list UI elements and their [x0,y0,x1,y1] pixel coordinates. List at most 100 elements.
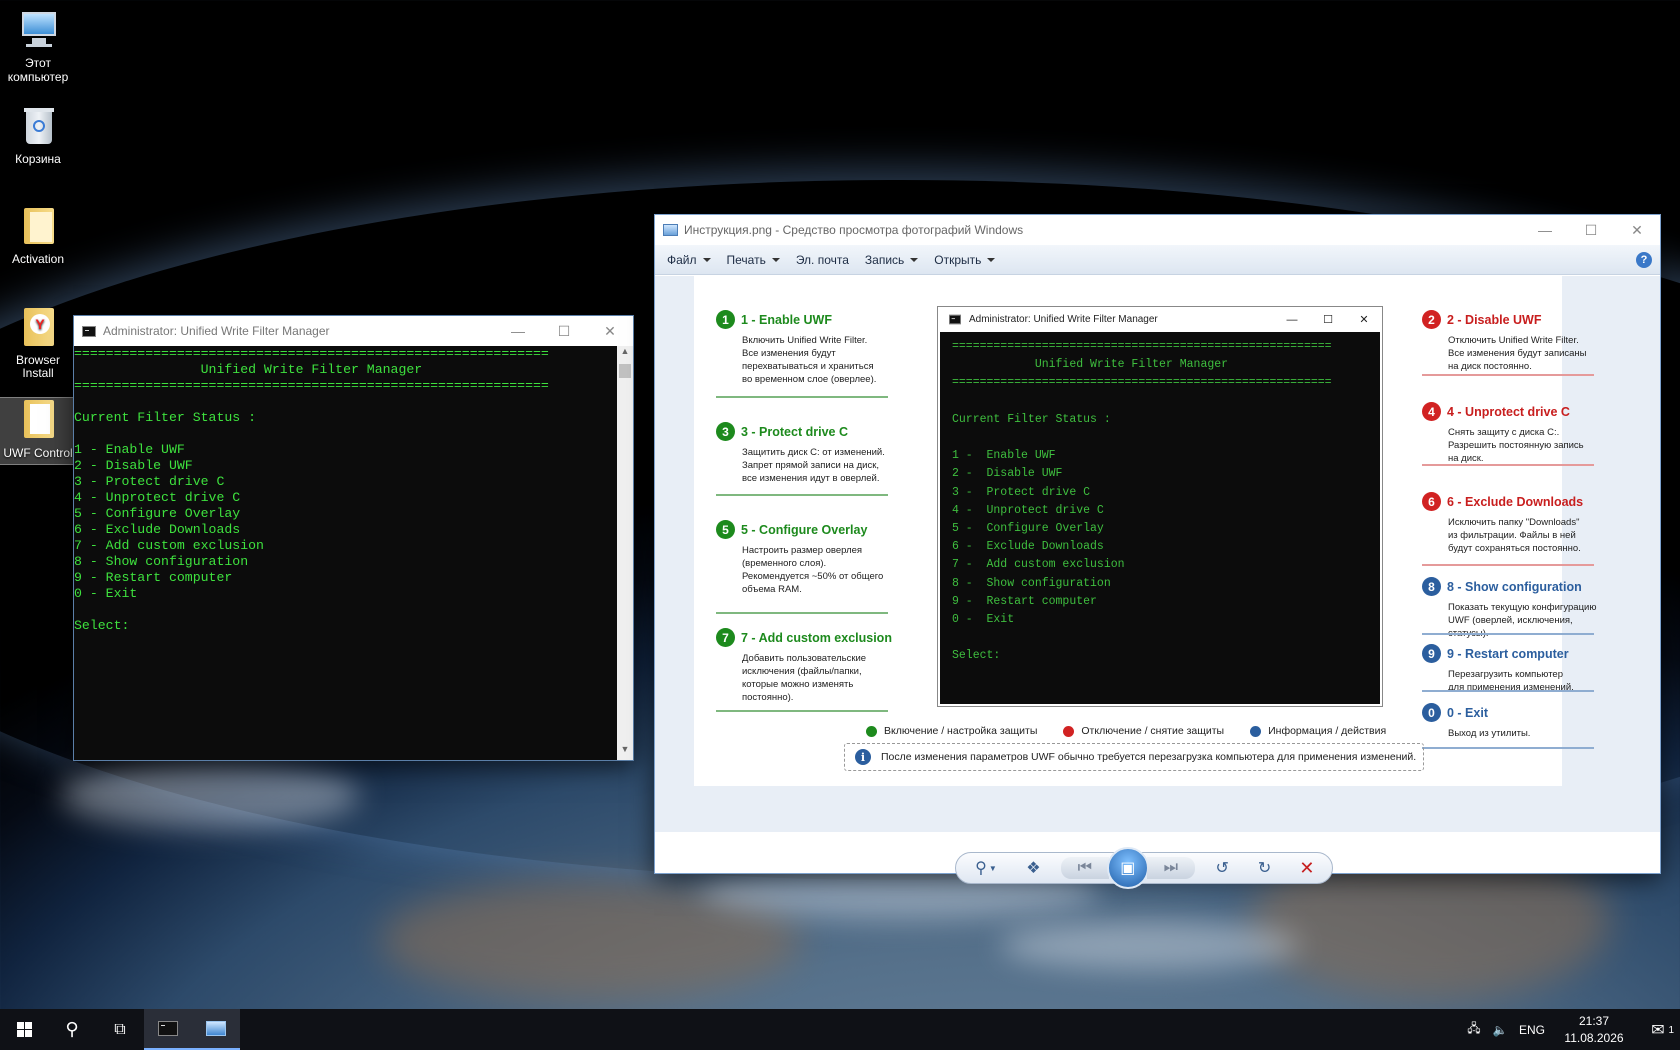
taskbar: ⚲ ⧉ 🖧 🔈 ENG 21:37 11.08.2026 ✉ 1 [0,1009,1680,1050]
maximize-button[interactable]: ☐ [1568,215,1614,245]
inner-cmd-titlebar: Administrator: Unified Write Filter Mana… [938,307,1382,332]
search-icon[interactable]: ⚲ [48,1009,96,1050]
desktop-icon-recycle-bin[interactable]: Корзина [0,104,76,166]
console-line: 5 - Configure Overlay [74,506,241,521]
console-line: ========================================… [952,376,1332,390]
taskbar-cmd[interactable] [144,1009,192,1050]
desktop-icon-label: Activation [11,252,65,266]
maximize-button[interactable]: ☐ [541,316,587,346]
legend-label: Информация / действия [1268,725,1387,737]
scroll-down-icon[interactable]: ▼ [617,744,633,760]
step-number-badge: 3 [716,422,735,441]
rotate-right-icon[interactable]: ↻ [1250,857,1280,879]
divider [716,396,888,398]
close-button[interactable]: ✕ [1614,215,1660,245]
viewer-menubar: Файл Печать Эл. почта Запись Открыть ? [655,245,1660,275]
viewer-toolbar: ⚲ ▼ ❖ ⏮ ▣ ⏭ ↺ ↻ ✕ [955,847,1333,889]
step-title: 8 - Show configuration [1447,579,1582,594]
scroll-up-icon[interactable]: ▲ [617,346,633,362]
next-icon[interactable]: ⏭ [1146,857,1195,879]
menu-print[interactable]: Печать [719,253,788,267]
step-title: 4 - Unprotect drive C [1447,404,1570,419]
cmd-icon [82,325,96,337]
note-text: После изменения параметров UWF обычно тр… [881,751,1417,763]
console-line: 9 - Restart computer [952,594,1097,608]
console-line: 3 - Protect drive C [74,474,225,489]
volume-icon[interactable]: 🔈 [1488,1023,1512,1037]
help-icon[interactable]: ? [1636,251,1652,268]
viewer-titlebar[interactable]: Инструкция.png - Средство просмотра фото… [655,215,1660,245]
console-line: 9 - Restart computer [74,570,233,585]
menu-email[interactable]: Эл. почта [788,253,857,267]
desktop-icon-browser-install[interactable]: Y Browser Install [0,306,76,380]
console-line: 8 - Show configuration [952,576,1111,590]
network-icon[interactable]: 🖧 [1460,1019,1488,1040]
scroll-thumb[interactable] [619,364,631,378]
previous-icon[interactable]: ⏮ [1060,857,1109,879]
taskbar-photo-viewer[interactable] [192,1009,240,1050]
desktop-icon-activation[interactable]: Activation [0,204,76,266]
delete-icon[interactable]: ✕ [1292,857,1322,879]
clock-date: 11.08.2026 [1564,1030,1624,1045]
start-button[interactable] [0,1009,48,1050]
cmd-icon [158,1021,178,1036]
inner-console: ========================================… [940,332,1380,704]
step-header: 1 1 - Enable UWF [716,310,896,329]
step-number-badge: 2 [1422,310,1441,329]
console-line: 6 - Exclude Downloads [952,540,1104,554]
rotate-left-icon[interactable]: ↺ [1207,857,1237,879]
menu-open[interactable]: Открыть [926,253,1003,267]
step-header: 3 3 - Protect drive C [716,422,896,441]
desktop-icon-label: Browser Install [15,353,60,380]
legend-label: Отключение / снятие защиты [1081,725,1225,737]
step-header: 2 2 - Disable UWF [1422,310,1602,329]
step-7: 7 7 - Add custom exclusion Добавить пользо… [716,628,896,712]
task-view-icon[interactable]: ⧉ [96,1009,144,1050]
language-indicator[interactable]: ENG [1512,1023,1552,1037]
console-line: Current Filter Status : [952,412,1111,426]
notification-center-icon[interactable]: ✉ 1 [1636,1020,1680,1040]
cmd-window[interactable]: Administrator: Unified Write Filter Mana… [73,315,634,761]
console-line: 2 - Disable UWF [74,458,193,473]
zoom-icon[interactable]: ⚲ ▼ [966,857,1006,879]
divider [1422,690,1594,692]
legend-item-green: Включение / настройка защиты [866,725,1037,737]
fit-to-window-icon[interactable]: ❖ [1018,857,1048,879]
cmd-titlebar[interactable]: Administrator: Unified Write Filter Mana… [74,316,633,346]
step-description: Добавить пользовательские исключения (фа… [742,653,867,703]
cloud [60,760,360,830]
menu-file[interactable]: Файл [659,253,719,267]
step-description: Выход из утилиты. [1448,728,1531,739]
step-header: 0 0 - Exit [1422,703,1602,722]
console-line: 4 - Unprotect drive C [952,503,1104,517]
console-line: 3 - Protect drive C [952,485,1091,499]
step-number-badge: 1 [716,310,735,329]
menu-burn[interactable]: Запись [857,253,926,267]
step-title: 5 - Configure Overlay [741,522,868,537]
computer-icon [16,8,60,52]
restart-note: i После изменения параметров UWF обычно … [844,743,1424,771]
console-line: 1 - Enable UWF [952,449,1056,463]
menu-label: Эл. почта [795,252,849,267]
console-line: Unified Write Filter Manager [952,358,1229,372]
desktop-icon-uwf-control[interactable]: UWF Control [0,397,77,465]
folder-icon [16,204,60,248]
slideshow-icon[interactable]: ▣ [1106,847,1149,889]
photo-viewer-window[interactable]: Инструкция.png - Средство просмотра фото… [654,214,1661,889]
step-number-badge: 5 [716,520,735,539]
divider [716,710,888,712]
desktop-icon-this-pc[interactable]: Этот компьютер [0,8,76,84]
minimize-button[interactable]: — [495,316,541,346]
close-button[interactable]: ✕ [587,316,633,346]
scrollbar[interactable]: ▲ ▼ [617,346,633,760]
clock[interactable]: 21:37 11.08.2026 [1552,1013,1636,1047]
minimize-button[interactable]: — [1522,215,1568,245]
step-0: 0 0 - Exit Выход из утилиты. [1422,703,1602,749]
step-description: Защитить диск C: от изменений. Запрет пр… [742,447,885,484]
step-description: Отключить Unified Write Filter. Все изме… [1448,335,1587,372]
console-output[interactable]: ========================================… [74,346,617,760]
close-icon: ✕ [1359,314,1369,326]
windows-logo-icon [16,1022,32,1037]
